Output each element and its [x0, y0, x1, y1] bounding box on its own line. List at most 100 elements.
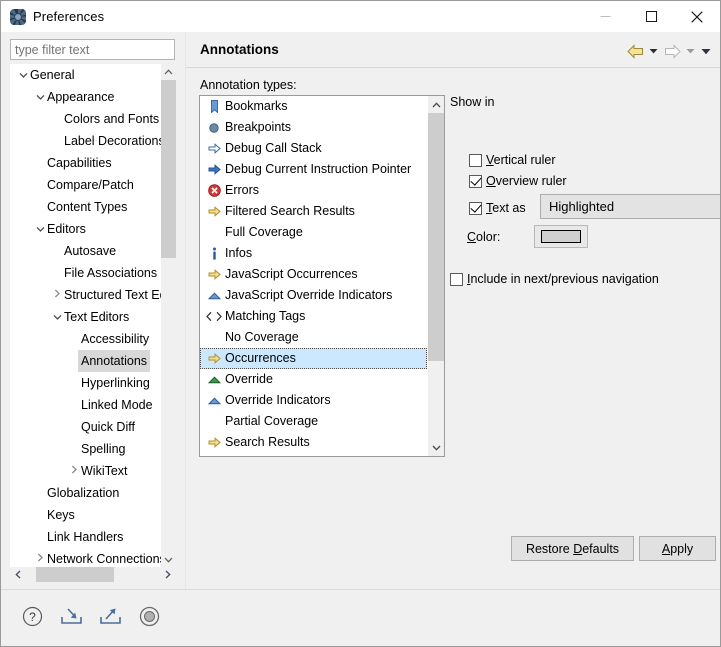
chevron-down-icon[interactable] — [33, 218, 47, 240]
filter-input[interactable] — [10, 39, 175, 60]
tree-item-colors-and-fonts[interactable]: Colors and Fonts — [10, 108, 161, 130]
tree-item-wikitext[interactable]: WikiText — [10, 460, 161, 482]
tree-item-quick-diff[interactable]: Quick Diff — [10, 416, 161, 438]
restore-defaults-button[interactable]: Restore Defaults — [511, 536, 634, 561]
annotation-type-row[interactable]: JavaScript Occurrences — [200, 264, 429, 285]
page-title: Annotations — [200, 42, 279, 57]
chevron-right-icon[interactable] — [67, 460, 81, 482]
tree-item-globalization[interactable]: Globalization — [10, 482, 161, 504]
tree-item-network-connections[interactable]: Network Connections — [10, 548, 161, 568]
overview-ruler-checkbox-box[interactable] — [469, 174, 482, 188]
tree-item-text-editors[interactable]: Text Editors — [10, 306, 161, 328]
svg-text:?: ? — [29, 610, 36, 624]
annotation-type-row[interactable]: Partial Coverage — [200, 411, 429, 432]
annotation-scroll-up-button[interactable] — [428, 96, 444, 113]
annotation-scrollbar-thumb[interactable] — [428, 113, 444, 361]
window-controls — [582, 1, 720, 32]
apply-button[interactable]: Apply — [639, 536, 716, 561]
annotation-types-list-items: Bookmarks Breakpoints Debug Call Stack Debu… — [200, 96, 429, 456]
annotation-type-label: Partial Coverage — [225, 414, 319, 428]
chevron-right-icon[interactable] — [33, 548, 47, 568]
annotation-type-label: JavaScript Override Indicators — [225, 288, 393, 302]
tree-item-capabilities[interactable]: Capabilities — [10, 152, 161, 174]
tree-item-editors[interactable]: Editors — [10, 218, 161, 240]
annotation-type-row[interactable]: Errors — [200, 180, 429, 201]
tree-item-structured-text-editors[interactable]: Structured Text Editors — [10, 284, 161, 306]
text-as-checkbox[interactable]: Text as — [469, 199, 526, 217]
record-icon[interactable] — [136, 603, 162, 629]
color-swatch — [541, 230, 581, 243]
annotation-type-row[interactable]: Search Results — [200, 432, 429, 453]
tree-item-annotations[interactable]: Annotations — [10, 350, 161, 372]
color-picker-button[interactable] — [534, 225, 588, 248]
back-icon[interactable] — [625, 41, 645, 61]
tree-scrollbar-thumb[interactable] — [161, 80, 176, 258]
export-icon[interactable] — [97, 603, 123, 629]
chevron-right-icon[interactable] — [50, 284, 64, 306]
annotation-type-row[interactable]: Debug Current Instruction Pointer — [200, 159, 429, 180]
forward-history-caret-icon[interactable] — [684, 41, 697, 61]
tree-scroll-up-button[interactable] — [161, 64, 176, 80]
tree-vertical-scrollbar[interactable] — [161, 64, 176, 568]
annotation-type-row[interactable]: Filtered Search Results — [200, 201, 429, 222]
tree-item-accessibility[interactable]: Accessibility — [10, 328, 161, 350]
tree-scroll-left-button[interactable] — [10, 567, 26, 582]
annotation-type-row[interactable]: JavaScript Override Indicators — [200, 285, 429, 306]
import-icon[interactable] — [58, 603, 84, 629]
tree-item-autosave[interactable]: Autosave — [10, 240, 161, 262]
annotation-list-scrollbar[interactable] — [428, 96, 444, 456]
tree-hscrollbar-thumb[interactable] — [36, 567, 114, 582]
tree-item-file-associations[interactable]: File Associations — [10, 262, 161, 284]
annotation-type-row[interactable]: Occurrences — [200, 348, 427, 369]
tree-item-spelling[interactable]: Spelling — [10, 438, 161, 460]
tree-item-linked-mode[interactable]: Linked Mode — [10, 394, 161, 416]
annotation-type-row[interactable]: Override Indicators — [200, 390, 429, 411]
tree-item-label: Text Editors — [64, 310, 130, 324]
annotation-type-row[interactable]: Breakpoints — [200, 117, 429, 138]
back-history-caret-icon[interactable] — [647, 41, 660, 61]
annotation-type-row[interactable]: Matching Tags — [200, 306, 429, 327]
annotation-type-row[interactable]: Full Coverage — [200, 222, 429, 243]
overview-ruler-checkbox[interactable]: Overview ruler — [469, 172, 567, 190]
include-navigation-checkbox[interactable]: Include in next/previous navigation — [450, 270, 659, 288]
tree-item-compare-patch[interactable]: Compare/Patch — [10, 174, 161, 196]
chevron-down-icon[interactable] — [50, 306, 64, 328]
annotation-types-list[interactable]: Bookmarks Breakpoints Debug Call Stack Debu… — [199, 95, 445, 457]
maximize-button[interactable] — [628, 1, 674, 32]
tree-scroll-right-button[interactable] — [160, 567, 176, 582]
annotation-type-row[interactable]: Debug Call Stack — [200, 138, 429, 159]
title-separator — [186, 67, 720, 68]
error-icon — [205, 180, 223, 201]
tree-scroll-down-button[interactable] — [161, 552, 176, 568]
triangle-blue-icon — [205, 285, 223, 306]
tree-horizontal-scrollbar[interactable] — [10, 567, 176, 582]
minimize-button[interactable] — [582, 1, 628, 32]
vertical-ruler-checkbox-box[interactable] — [469, 153, 482, 167]
arrow-outline-icon — [205, 138, 223, 159]
include-navigation-checkbox-box[interactable] — [450, 272, 463, 286]
chevron-down-icon[interactable] — [33, 86, 47, 108]
tree-item-label: Link Handlers — [47, 530, 124, 544]
vertical-ruler-checkbox[interactable]: Vertical ruler — [469, 151, 555, 169]
tree-item-label-decorations[interactable]: Label Decorations — [10, 130, 161, 152]
chevron-down-icon[interactable] — [16, 64, 30, 86]
annotation-type-row[interactable]: Infos — [200, 243, 429, 264]
annotation-scroll-down-button[interactable] — [428, 439, 444, 456]
help-icon[interactable]: ? — [19, 603, 45, 629]
close-button[interactable] — [674, 1, 720, 32]
forward-icon[interactable] — [662, 41, 682, 61]
tree-item-general[interactable]: General — [10, 64, 161, 86]
preference-tree[interactable]: General Appearance Colors and Fonts Label D… — [10, 64, 176, 582]
text-as-dropdown[interactable]: Highlighted — [540, 194, 720, 219]
tree-item-appearance[interactable]: Appearance — [10, 86, 161, 108]
annotation-type-row[interactable]: No Coverage — [200, 327, 429, 348]
tree-item-hyperlinking[interactable]: Hyperlinking — [10, 372, 161, 394]
arrow-yellow-icon — [205, 264, 223, 285]
text-as-checkbox-box[interactable] — [469, 201, 482, 215]
annotation-type-row[interactable]: Bookmarks — [200, 96, 429, 117]
tree-item-content-types[interactable]: Content Types — [10, 196, 161, 218]
tree-item-link-handlers[interactable]: Link Handlers — [10, 526, 161, 548]
annotation-type-row[interactable]: Override — [200, 369, 429, 390]
tree-item-keys[interactable]: Keys — [10, 504, 161, 526]
view-menu-caret-icon[interactable] — [699, 41, 712, 61]
